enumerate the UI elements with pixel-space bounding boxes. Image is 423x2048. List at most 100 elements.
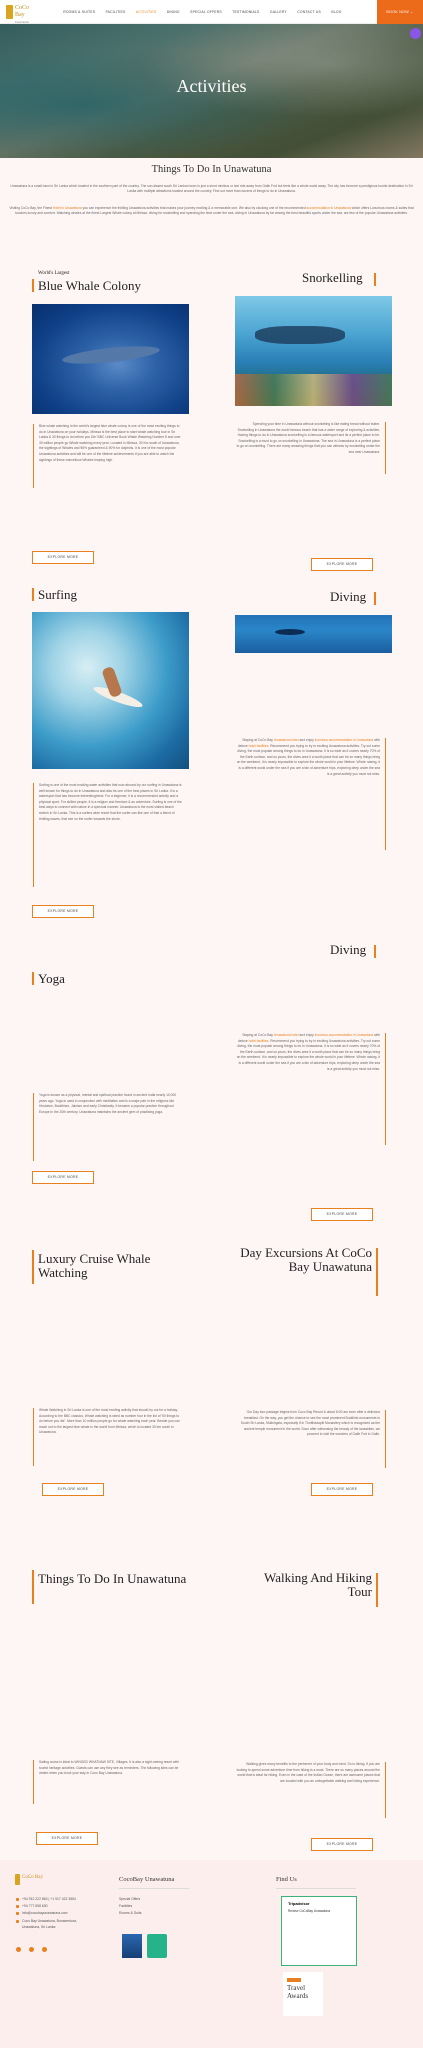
whale-explore-button[interactable]: EXPLORE MORE [32,551,94,564]
mobile-icon [16,1905,19,1908]
walking-title: Walking And Hiking Tour [263,1570,372,1600]
facebook-icon[interactable] [16,1947,21,1952]
yoga-description: Yoga is known as a physical, mental and … [33,1093,183,1161]
footer-link-1[interactable]: Facilities [119,1904,132,1908]
tripadvisor-brand: Tripadvisor [288,1901,310,1906]
diving-explore-button[interactable]: EXPLORE MORE [311,1208,373,1221]
diving-title-2: Diving [330,942,367,957]
diving-description: Staying at CoCo Bay Unawatuna hotel and … [236,738,386,850]
diving-title: Diving [330,589,367,604]
yoga-explore-button[interactable]: EXPLORE MORE [32,1171,94,1184]
title-bar [376,1573,378,1607]
cruise-title: Luxury Cruise Whale Watching [38,1251,151,1281]
footer-contact-3: Coco Bay Unawatuna, Bonaventura, [22,1919,77,1923]
chat-icon[interactable] [410,28,421,39]
footer-logo: CoCo Bay [15,1874,43,1888]
tripadvisor-review-text: Review CoCoBay Unawatuna [288,1909,330,1913]
title-bar [32,588,34,601]
nav-item-contact-us[interactable]: CONTACT US [292,0,326,24]
cruise-explore-button[interactable]: EXPLORE MORE [42,1483,104,1496]
snorkel-image [235,296,392,406]
divider [276,1888,356,1889]
location-icon [16,1920,19,1923]
whale-caption: World's Largest [38,271,70,276]
whale-description: Blue whale watching in the world's large… [33,424,183,488]
title-bar [374,273,376,286]
whale-image [32,304,189,414]
nav-item-gallery[interactable]: GALLERY [265,0,292,24]
surfing-explore-button[interactable]: EXPLORE MORE [32,905,94,918]
surfing-title: Surfing [38,587,77,602]
title-bar [32,279,34,292]
snorkel-title: Snorkelling [302,270,363,285]
nav-item-dining[interactable]: DINING [162,0,185,24]
cruise-description: Whale Watching in Sri Lanka is one of th… [33,1408,183,1466]
book-now-button[interactable]: BOOK NOW ⌄ [377,0,423,24]
snorkel-explore-button[interactable]: EXPLORE MORE [311,558,373,571]
excursion-explore-button[interactable]: EXPLORE MORE [311,1483,373,1496]
footer-col2-title: CocoBay Unawatuna [119,1876,175,1883]
phone-icon [16,1898,19,1901]
email-icon [16,1912,19,1915]
awards-stripe [287,1978,301,1982]
main-nav: ROOMS & SUITES FACILITIES ACTIVITIES DINING… [58,0,347,24]
section-title: Things To Do In Unawatuna [151,164,272,175]
surfing-image [32,612,189,769]
travel-awards-text: Travel Awards [287,1984,309,2000]
site-logo[interactable]: CoCo Bay Unawatuna [6,3,32,24]
nav-item-facilities[interactable]: FACILITIES [100,0,130,24]
footer-contact-2[interactable]: info@cocobayunawatuna.com [22,1911,67,1915]
intro-paragraph-1: Unawatuna is a small town in Sri Lanka w… [10,184,413,194]
nav-item-activities[interactable]: ACTIVITIES [131,0,162,24]
footer-link-0[interactable]: Special Offers [119,1897,140,1901]
reef-shape [235,374,392,406]
tripadvisor-widget[interactable]: Tripadvisor Review CoCoBay Unawatuna [281,1896,357,1966]
title-bar [32,1570,34,1604]
diver-shape [275,629,305,635]
title-bar [32,972,34,985]
site-header: CoCo Bay Unawatuna ROOMS & SUITES FACILITI… [0,0,423,24]
title-bar [376,1248,378,1296]
things-explore-button[interactable]: EXPLORE MORE [36,1832,98,1845]
page-title: Activities [176,76,247,96]
footer-link-2[interactable]: Rooms & Suits [119,1911,141,1915]
surfing-description: Surfing is one of the most exciting wate… [33,783,183,887]
yoga-title: Yoga [38,971,65,986]
footer-contact-1: +94 777 698 630 [22,1904,48,1908]
hero-banner: Activities [0,24,423,158]
nav-item-testimonials[interactable]: TESTIMONIALS [227,0,265,24]
intro-paragraph-2: Visiting CoCo Bay, the Finest Hotel in U… [9,206,414,216]
snorkeler-shape [255,326,345,344]
title-bar [374,945,376,958]
twitter-icon[interactable] [42,1947,47,1952]
footer-contact-0: +94 912 222 863 | +1 917 422 3554 [22,1897,76,1901]
award-badge-icon [122,1934,142,1958]
diving-description-2: Staying at CoCo Bay Unawatuna hotel and … [236,1033,386,1145]
instagram-icon[interactable] [29,1947,34,1952]
walking-description: Walking gives many benefits to the perfo… [236,1762,386,1818]
walking-explore-button[interactable]: EXPLORE MORE [311,1838,373,1851]
excursion-title: Day Excursions At CoCo Bay Unawatuna [240,1245,372,1275]
whale-shape [61,342,161,368]
whale-title: Blue Whale Colony [38,278,142,293]
logo-mark-icon [6,5,13,19]
title-bar [32,1250,34,1284]
excursion-description: Our Day tour package begins from Coco Ba… [236,1410,386,1468]
logo-text: CoCo Bay Unawatuna [15,5,30,24]
nav-item-blog[interactable]: BLOG [326,0,347,24]
site-footer [0,1860,423,2048]
nav-item-special-offers[interactable]: SPECIAL OFFERS [185,0,227,24]
travel-awards-badge: Travel Awards [283,1972,323,2016]
footer-contact-4: Unawatuna, Sri Lanka [22,1925,56,1929]
divider [119,1888,189,1889]
title-bar [374,592,376,605]
nav-item-rooms-suites[interactable]: ROOMS & SUITES [58,0,100,24]
footer-logo-text: CoCo Bay [22,1875,43,1880]
diving-image [235,615,392,653]
logo-mark-icon [15,1874,20,1885]
footer-col3-title: Find Us [276,1876,297,1883]
tripadvisor-badge-icon [147,1934,167,1958]
snorkel-description: Spending your time in Unawatuna without … [236,422,386,474]
things-title: Things To Do In Unawatuna [38,1571,187,1586]
things-description: Sailing cruise is ideal to WINGED WHATNA… [33,1760,183,1804]
